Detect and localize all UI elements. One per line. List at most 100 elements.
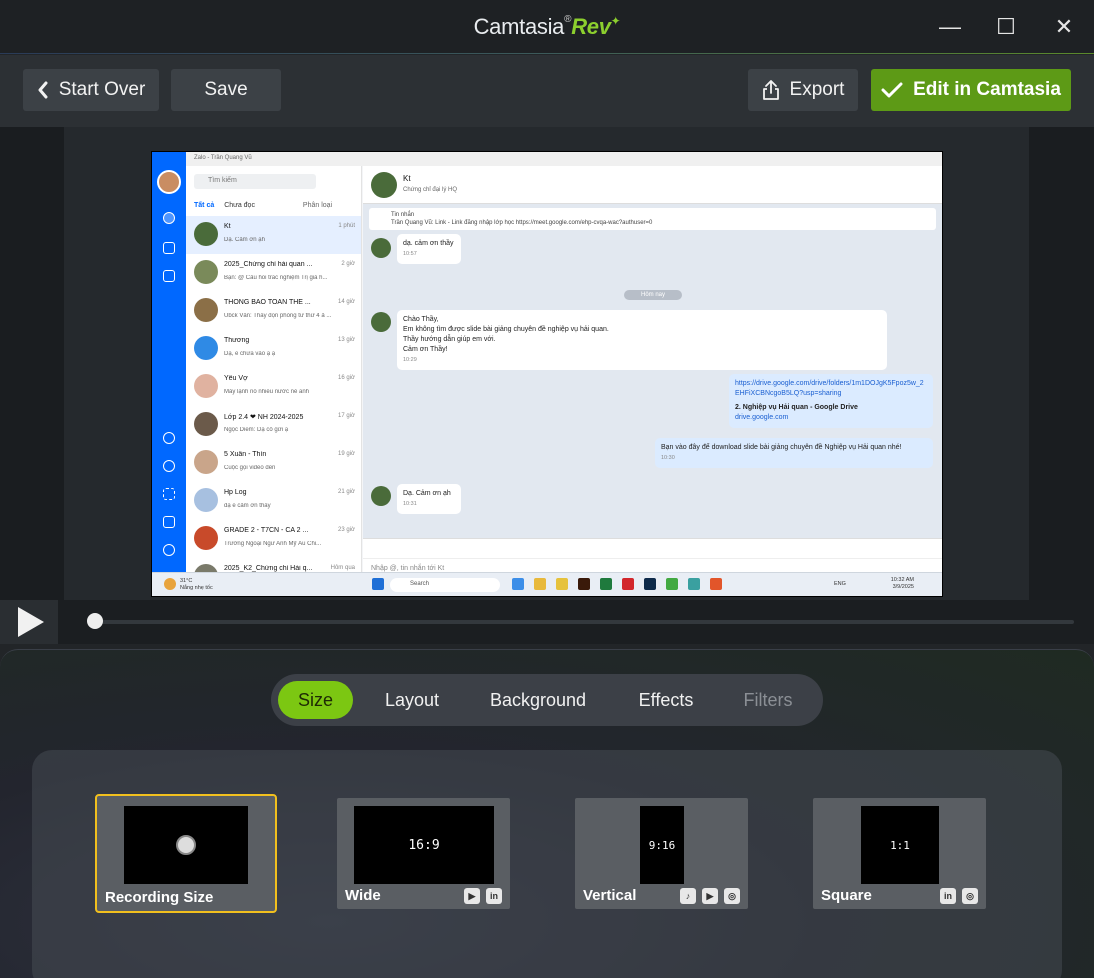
zalo-nav-rail xyxy=(152,152,186,572)
day-separator: Hôm nay xyxy=(624,290,682,300)
conversation-avatar xyxy=(194,374,218,398)
size-option-label: Vertical xyxy=(583,887,637,904)
conversation-name: THÔNG BÁO TOÀN THỂ ... xyxy=(224,299,311,306)
start-over-label: Start Over xyxy=(58,79,146,100)
conversation-item[interactable]: THÔNG BÁO TOÀN THỂ ... Ubck Vân: Thầy dọn… xyxy=(186,292,361,330)
play-icon xyxy=(18,607,44,637)
edit-in-camtasia-button[interactable]: Edit in Camtasia xyxy=(871,69,1071,111)
conversation-name: 2025_Chứng chỉ hải quan ... xyxy=(224,261,313,268)
screenshot-icon xyxy=(163,488,175,500)
chat-subtitle: Chứng chỉ đại lý HQ xyxy=(403,187,458,193)
recording-preview[interactable]: Zalo - Trần Quang Vũ Tìm kiếm Tất cả Chư… xyxy=(151,151,943,597)
save-button[interactable]: Save xyxy=(171,69,281,111)
vertical-thumb: 9:16 xyxy=(640,806,684,884)
zalo-tab-classify: Phân loại xyxy=(302,202,333,209)
zalo-list-tabs: Tất cả Chưa đọc Phân loại xyxy=(194,202,332,209)
conversation-name: Kt xyxy=(224,223,231,230)
share-icon xyxy=(762,80,779,100)
conversation-avatar xyxy=(194,336,218,360)
tiktok-icon: ♪ xyxy=(680,888,696,904)
composer-toolbar xyxy=(363,538,942,558)
app-title-accent: Rev xyxy=(571,14,611,39)
export-label: Export xyxy=(789,79,845,100)
zalo-user-avatar xyxy=(157,170,181,194)
conversation-item[interactable]: 5 Xuân - Thìn Cuộc gọi video đến 19 giờ xyxy=(186,444,361,482)
tab-layout[interactable]: Layout xyxy=(367,681,457,719)
settings-panel: Size Layout Background Effects Filters R… xyxy=(0,649,1094,978)
save-label: Save xyxy=(204,79,248,100)
zalo-tab-all: Tất cả xyxy=(194,202,215,209)
conversation-preview: Bạn: @ Câu hỏi trắc nghiệm Trị giá h... xyxy=(224,275,328,281)
conversation-avatar xyxy=(194,488,218,512)
message-text: dạ. cảm ơn thầy xyxy=(403,240,454,247)
instagram-icon: ◎ xyxy=(724,888,740,904)
weather-temp: 31°C xyxy=(180,578,193,584)
clock-date: 3/9/2025 xyxy=(892,584,914,590)
conversation-time: 17 giờ xyxy=(338,413,355,419)
conversation-item[interactable]: Yêu Vợ Máy lạnh nó nhiều nước nè anh 16 gi… xyxy=(186,368,361,406)
chat-header: Kt Chứng chỉ đại lý HQ xyxy=(363,166,942,204)
timeline-track[interactable] xyxy=(92,620,1074,624)
clock-time: 10:32 AM xyxy=(890,577,914,583)
camtasia-icon xyxy=(666,578,678,590)
record-dot-icon xyxy=(176,835,196,855)
export-button[interactable]: Export xyxy=(748,69,858,111)
weather-widget: 31°C Nắng nhẹ tốc xyxy=(180,578,213,592)
conversation-time: 1 phút xyxy=(338,223,355,229)
play-button[interactable] xyxy=(0,600,58,644)
conversation-item[interactable]: Hp Log dạ e cảm ơn thầy 21 giờ xyxy=(186,482,361,520)
sender-avatar xyxy=(371,312,391,332)
message-bubble: Bạn vào đây để download slide bài giảng … xyxy=(655,438,933,468)
tab-filters[interactable]: Filters xyxy=(727,681,809,719)
link-title: 2. Nghiệp vụ Hải quan - Google Drive xyxy=(735,404,858,411)
conversation-preview: Ubck Vân: Thầy dọn phòng tư thứ 4 ả ... xyxy=(224,313,332,319)
cloud-icon xyxy=(163,460,175,472)
conversation-item[interactable]: Lớp 2.4 ❤ NH 2024-2025 Ngọc Diễm: Dạ cô g… xyxy=(186,406,361,444)
size-option-vertical[interactable]: 9:16 Vertical ♪ ▶ ◎ xyxy=(575,798,748,909)
pinned-message: Tin nhắn Trần Quang Vũ: Link - Link đăng… xyxy=(369,208,936,230)
message-text: Cảm ơn Thầy! xyxy=(403,346,448,353)
zalo-app-icon xyxy=(512,578,524,590)
message-bubble: dạ. cảm ơn thầy 10:57 xyxy=(397,234,461,264)
conversation-name: Hp Log xyxy=(224,489,247,496)
conversation-preview: Máy lạnh nó nhiều nước nè anh xyxy=(224,389,310,395)
conversation-time: 2 giờ xyxy=(341,261,355,267)
size-option-wide[interactable]: 16:9 Wide ▶ in xyxy=(337,798,510,909)
conversation-item[interactable]: Kt Dạ. Cảm ơn ạh 1 phút xyxy=(186,216,361,254)
tab-size[interactable]: Size xyxy=(278,681,353,719)
conversation-time: 13 giờ xyxy=(338,337,355,343)
conversation-item[interactable]: Thương Dạ, e chưa vào ạ ạ 13 giờ xyxy=(186,330,361,368)
taskbar-clock: 10:32 AM 3/9/2025 xyxy=(891,577,914,591)
windows-start-icon xyxy=(372,578,384,590)
conversation-item[interactable]: GRADE 2 - T7CN - CA 2 ... Trường Ngoại Ng… xyxy=(186,520,361,558)
windows-taskbar: 31°C Nắng nhẹ tốc Search ENG 10:32 AM 3/… xyxy=(152,572,942,596)
size-option-square[interactable]: 1:1 Square in ◎ xyxy=(813,798,986,909)
tab-background[interactable]: Background xyxy=(471,681,605,719)
conversation-preview: Dạ. Cảm ơn ạh xyxy=(224,237,265,243)
linkedin-icon: in xyxy=(486,888,502,904)
start-over-button[interactable]: Start Over xyxy=(23,69,159,111)
close-button[interactable]: ✕ xyxy=(1049,12,1079,42)
conversation-name: Yêu Vợ xyxy=(224,375,248,382)
pinned-title: Tin nhắn xyxy=(391,212,415,218)
title-accent-line xyxy=(0,53,1094,54)
size-option-recording[interactable]: Recording Size xyxy=(95,794,277,913)
edit-in-camtasia-label: Edit in Camtasia xyxy=(913,79,1061,100)
cloud-sync-icon xyxy=(163,432,175,444)
message-time: 10:57 xyxy=(403,251,417,257)
maximize-button[interactable]: ☐ xyxy=(991,12,1021,42)
drive-link[interactable]: https://drive.google.com/drive/folders/1… xyxy=(735,379,927,399)
size-option-label: Recording Size xyxy=(105,889,214,906)
conversation-item[interactable]: 2025_Chứng chỉ hải quan ... Bạn: @ Câu hỏ… xyxy=(186,254,361,292)
conversation-time: 21 giờ xyxy=(338,489,355,495)
camtasia-rev-icon xyxy=(710,578,722,590)
conversation-name: 2025_K2_Chứng chỉ Hải q... xyxy=(224,565,313,572)
message-text: Dạ. Cảm ơn ạh xyxy=(403,490,451,497)
zalo-chat-pane: Kt Chứng chỉ đại lý HQ Tin nhắn Trần Qua… xyxy=(363,166,942,582)
tab-effects[interactable]: Effects xyxy=(621,681,711,719)
message-text: Em không tìm được slide bài giảng chuyên… xyxy=(403,326,609,333)
chrome-icon xyxy=(534,578,546,590)
youtube-icon: ▶ xyxy=(702,888,718,904)
playhead-knob[interactable] xyxy=(87,613,103,629)
minimize-button[interactable]: — xyxy=(935,12,965,42)
